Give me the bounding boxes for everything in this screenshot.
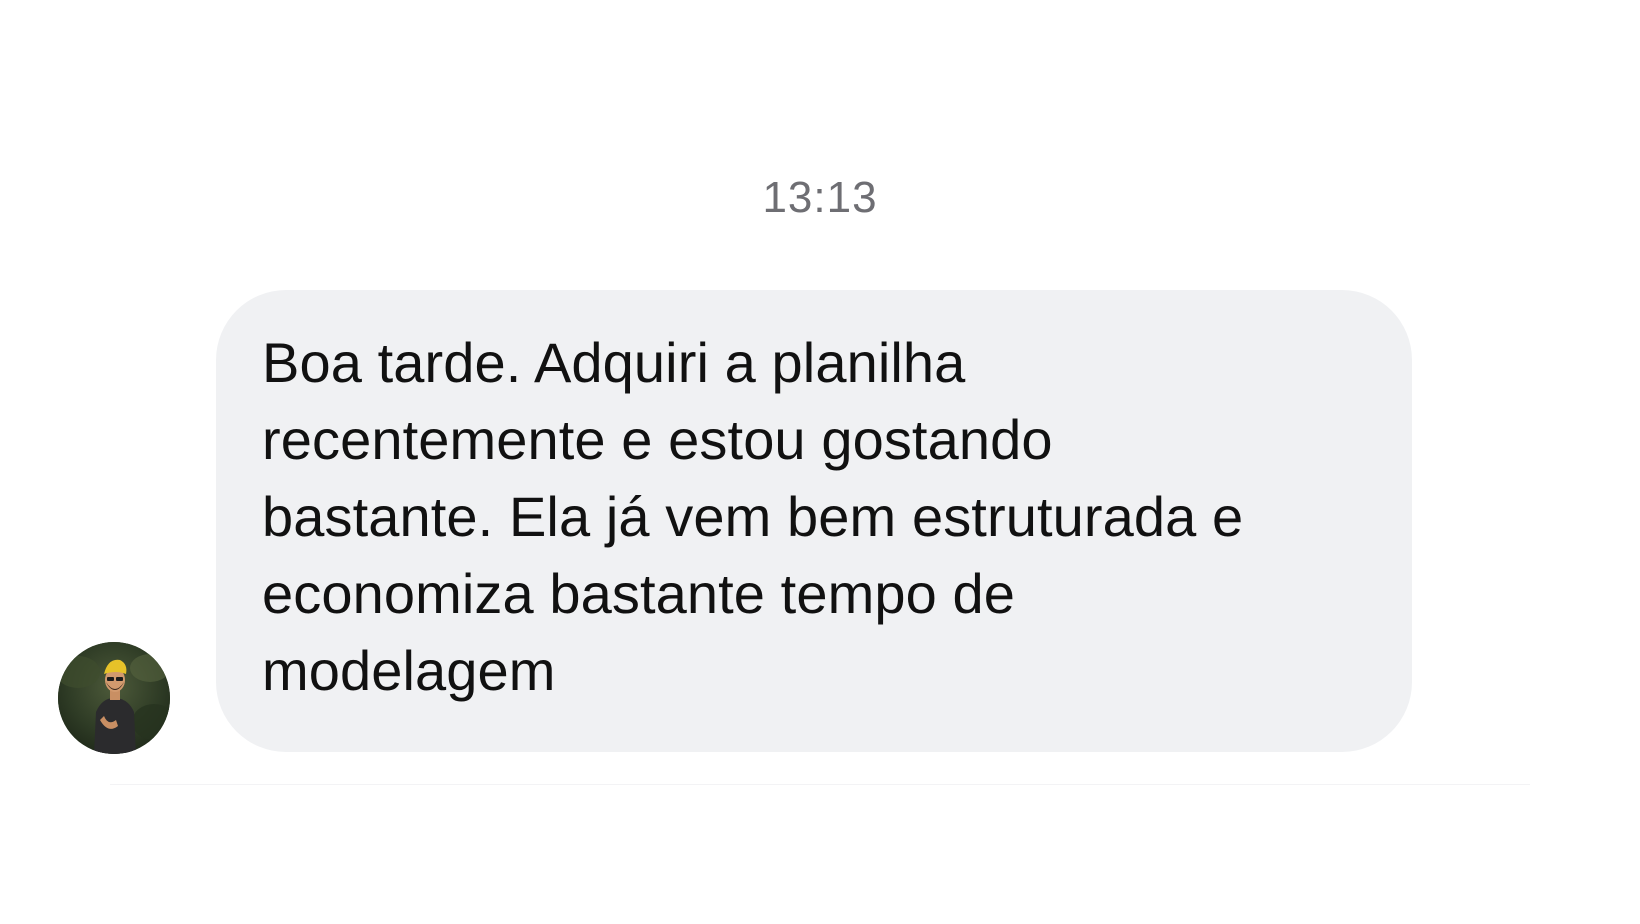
- message-bubble[interactable]: Boa tarde. Adquiri a planilha recentemen…: [216, 290, 1412, 752]
- message-row[interactable]: Boa tarde. Adquiri a planilha recentemen…: [0, 290, 1640, 754]
- chat-view: 13:13 Boa tarde. Adquiri a planilha rece…: [0, 0, 1640, 924]
- avatar-photo-icon: [58, 642, 170, 754]
- message-timestamp: 13:13: [762, 173, 878, 222]
- avatar[interactable]: [58, 642, 170, 754]
- divider: [110, 784, 1530, 785]
- message-text: Boa tarde. Adquiri a planilha recentemen…: [262, 331, 1244, 702]
